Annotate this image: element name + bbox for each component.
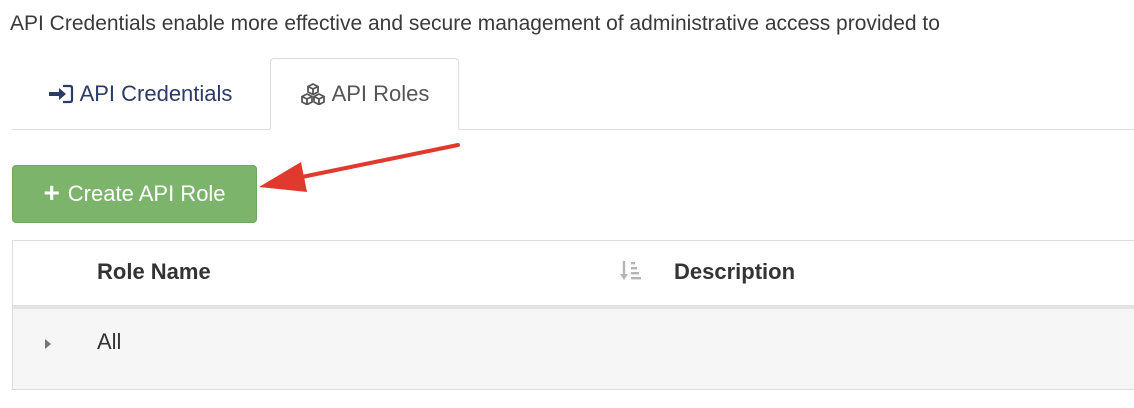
create-api-role-button[interactable]: + Create API Role bbox=[12, 165, 257, 223]
caret-right-icon[interactable] bbox=[41, 335, 55, 353]
tab-api-roles-label: API Roles bbox=[331, 81, 430, 106]
sign-in-icon bbox=[48, 84, 74, 104]
api-roles-grid: Role Name Description All bbox=[12, 240, 1134, 390]
table-row[interactable]: All bbox=[13, 309, 1134, 389]
plus-icon: + bbox=[43, 177, 60, 208]
grid-header: Role Name Description bbox=[13, 241, 1134, 309]
column-header-role-name[interactable]: Role Name bbox=[97, 259, 211, 285]
annotation-arrow bbox=[259, 143, 460, 192]
column-header-description[interactable]: Description bbox=[674, 259, 795, 285]
intro-text: API Credentials enable more effective an… bbox=[10, 12, 940, 35]
create-api-role-label: Create API Role bbox=[67, 181, 226, 206]
tab-api-credentials[interactable]: API Credentials bbox=[12, 58, 268, 129]
role-name-cell: All bbox=[97, 329, 122, 354]
tab-api-roles[interactable]: API Roles bbox=[270, 58, 459, 130]
tab-api-credentials-label: API Credentials bbox=[79, 80, 233, 106]
sort-amount-down-icon[interactable] bbox=[619, 259, 643, 289]
cubes-icon bbox=[300, 83, 326, 105]
tab-bar-divider bbox=[12, 129, 1134, 130]
tab-bar: API Credentials API Roles bbox=[12, 58, 1134, 130]
